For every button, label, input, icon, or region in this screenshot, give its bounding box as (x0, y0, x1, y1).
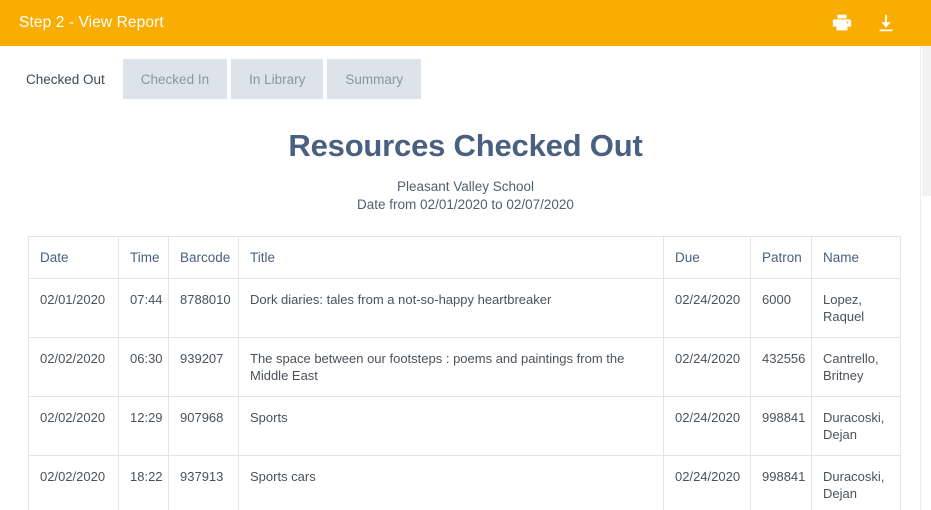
report-subheading: Pleasant Valley School Date from 02/01/2… (0, 164, 931, 214)
tab-summary[interactable]: Summary (327, 59, 422, 99)
tab-in-library[interactable]: In Library (231, 59, 324, 99)
tab-checked-out[interactable]: Checked Out (12, 59, 119, 99)
column-header-title[interactable]: Title (238, 236, 664, 279)
page-header: Step 2 - View Report (0, 0, 931, 46)
table-row: 02/02/2020 06:30 939207 The space betwee… (28, 337, 901, 397)
cell-patron: 998841 (750, 455, 812, 510)
cell-barcode: 907968 (168, 396, 239, 456)
cell-name: Duracoski, Dejan (811, 455, 901, 510)
cell-title: Sports (238, 396, 664, 456)
report-table-container: Date Time Barcode Title Due Patron Name … (0, 214, 931, 510)
table-row: 02/02/2020 12:29 907968 Sports 02/24/202… (28, 396, 901, 456)
cell-time: 12:29 (118, 396, 169, 456)
cell-time: 06:30 (118, 337, 169, 397)
column-header-name[interactable]: Name (811, 236, 901, 279)
vertical-scrollbar-track[interactable] (920, 46, 931, 510)
cell-name: Cantrello, Britney (811, 337, 901, 397)
cell-patron: 998841 (750, 396, 812, 456)
report-tabs: Checked Out Checked In In Library Summar… (0, 46, 931, 109)
header-actions (831, 12, 915, 34)
column-header-barcode[interactable]: Barcode (168, 236, 239, 279)
cell-barcode: 939207 (168, 337, 239, 397)
table-row: 02/01/2020 07:44 8788010 Dork diaries: t… (28, 278, 901, 338)
cell-patron: 6000 (750, 278, 812, 338)
cell-date: 02/02/2020 (28, 337, 119, 397)
column-header-date[interactable]: Date (28, 236, 119, 279)
printer-icon (831, 12, 853, 34)
table-body: 02/01/2020 07:44 8788010 Dork diaries: t… (28, 278, 901, 510)
download-icon (875, 12, 897, 34)
cell-time: 07:44 (118, 278, 169, 338)
cell-barcode: 8788010 (168, 278, 239, 338)
report-body: Resources Checked Out Pleasant Valley Sc… (0, 109, 931, 510)
download-button[interactable] (875, 12, 897, 34)
cell-patron: 432556 (750, 337, 812, 397)
cell-name: Duracoski, Dejan (811, 396, 901, 456)
table-header-row: Date Time Barcode Title Due Patron Name (28, 236, 901, 279)
column-header-patron[interactable]: Patron (750, 236, 812, 279)
cell-date: 02/01/2020 (28, 278, 119, 338)
cell-due: 02/24/2020 (663, 337, 751, 397)
cell-due: 02/24/2020 (663, 396, 751, 456)
cell-title: Sports cars (238, 455, 664, 510)
table-row: 02/02/2020 18:22 937913 Sports cars 02/2… (28, 455, 901, 510)
cell-name: Lopez, Raquel (811, 278, 901, 338)
report-date-range: Date from 02/01/2020 to 02/07/2020 (357, 197, 574, 212)
table-header: Date Time Barcode Title Due Patron Name (28, 236, 901, 279)
vertical-scrollbar-thumb[interactable] (922, 46, 931, 196)
report-school-name: Pleasant Valley School (396, 179, 535, 194)
column-header-due[interactable]: Due (663, 236, 751, 279)
cell-date: 02/02/2020 (28, 396, 119, 456)
cell-barcode: 937913 (168, 455, 239, 510)
cell-title: The space between our footsteps : poems … (238, 337, 664, 397)
report-page: Step 2 - View Report Checked Out Checked… (0, 0, 931, 510)
column-header-time[interactable]: Time (118, 236, 169, 279)
cell-due: 02/24/2020 (663, 278, 751, 338)
cell-due: 02/24/2020 (663, 455, 751, 510)
cell-date: 02/02/2020 (28, 455, 119, 510)
print-button[interactable] (831, 12, 853, 34)
page-title: Step 2 - View Report (19, 14, 164, 32)
cell-title: Dork diaries: tales from a not-so-happy … (238, 278, 664, 338)
cell-time: 18:22 (118, 455, 169, 510)
tab-checked-in[interactable]: Checked In (122, 59, 228, 99)
report-heading: Resources Checked Out (288, 128, 643, 163)
resources-checked-out-table: Date Time Barcode Title Due Patron Name … (28, 236, 901, 510)
